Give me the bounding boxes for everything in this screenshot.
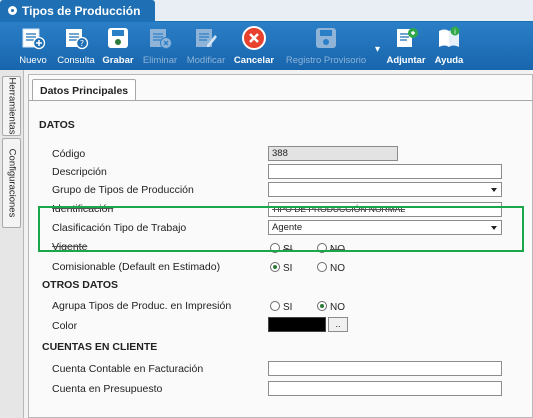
- cuenta-contable-label: Cuenta Contable en Facturación: [52, 363, 204, 375]
- new-document-icon: [22, 28, 46, 50]
- nuevo-button[interactable]: Nuevo: [18, 22, 48, 70]
- consulta-button[interactable]: ? Consulta: [56, 22, 96, 70]
- toolbar: Nuevo ? Consulta Grabar Eliminar Modific…: [0, 22, 533, 70]
- descripcion-field[interactable]: [268, 164, 502, 179]
- grupo-label: Grupo de Tipos de Producción: [52, 184, 194, 196]
- ayuda-button[interactable]: i Ayuda: [432, 22, 466, 70]
- comisionable-si-radio[interactable]: SI: [270, 262, 292, 274]
- tab-herramientas[interactable]: Herramientas: [2, 76, 21, 136]
- tab-datos-principales[interactable]: Datos Principales: [32, 79, 137, 101]
- color-swatch[interactable]: [268, 317, 326, 332]
- pin-icon: [8, 6, 17, 15]
- query-document-icon: ?: [66, 29, 89, 50]
- svg-text:?: ?: [80, 39, 84, 48]
- agrupa-no-radio[interactable]: NO: [317, 301, 345, 313]
- section-otros-datos: OTROS DATOS: [42, 279, 119, 291]
- delete-document-icon: [150, 29, 172, 49]
- provisional-save-icon: [316, 28, 336, 48]
- agrupa-label: Agrupa Tipos de Produc. en Impresión: [52, 300, 232, 312]
- window-tab-strip: Tipos de Producción: [0, 0, 533, 22]
- highlight-frame: [38, 206, 524, 252]
- cuenta-presupuesto-label: Cuenta en Presupuesto: [52, 383, 163, 395]
- side-tabs: Herramientas Configuraciones: [0, 70, 24, 418]
- comisionable-no-radio[interactable]: NO: [317, 262, 345, 274]
- edit-document-icon: [196, 29, 217, 47]
- toolbar-dropdown-icon[interactable]: ▾: [375, 44, 380, 55]
- eliminar-button[interactable]: Eliminar: [141, 22, 179, 70]
- section-datos: DATOS: [39, 119, 75, 131]
- grabar-button[interactable]: Grabar: [100, 22, 136, 70]
- cancel-icon: [242, 26, 266, 50]
- help-book-icon: i: [439, 26, 460, 47]
- save-icon: [108, 28, 128, 48]
- modificar-button[interactable]: Modificar: [184, 22, 228, 70]
- adjuntar-button[interactable]: Adjuntar: [385, 22, 427, 70]
- chevron-down-icon: [491, 188, 497, 192]
- comisionable-label: Comisionable (Default en Estimado): [52, 261, 221, 273]
- agrupa-si-radio[interactable]: SI: [270, 301, 292, 313]
- svg-text:i: i: [454, 28, 456, 36]
- cancelar-button[interactable]: Cancelar: [233, 22, 275, 70]
- registro-provisorio-button[interactable]: Registro Provisorio: [280, 22, 372, 70]
- color-label: Color: [52, 320, 78, 332]
- tab-configuraciones[interactable]: Configuraciones: [2, 138, 21, 228]
- window-tab[interactable]: Tipos de Producción: [0, 0, 155, 22]
- codigo-field[interactable]: 388: [268, 146, 398, 161]
- grupo-select[interactable]: [268, 182, 502, 197]
- tab-divider: [28, 100, 533, 101]
- codigo-label: Código: [52, 148, 86, 160]
- attach-document-icon: [397, 28, 418, 47]
- cuenta-contable-field[interactable]: [268, 361, 502, 376]
- descripcion-label: Descripción: [52, 166, 107, 178]
- window-title: Tipos de Producción: [22, 4, 141, 18]
- cuenta-presupuesto-field[interactable]: [268, 381, 502, 396]
- color-picker-button[interactable]: ..: [328, 317, 348, 332]
- section-cuentas-cliente: CUENTAS EN CLIENTE: [42, 341, 158, 353]
